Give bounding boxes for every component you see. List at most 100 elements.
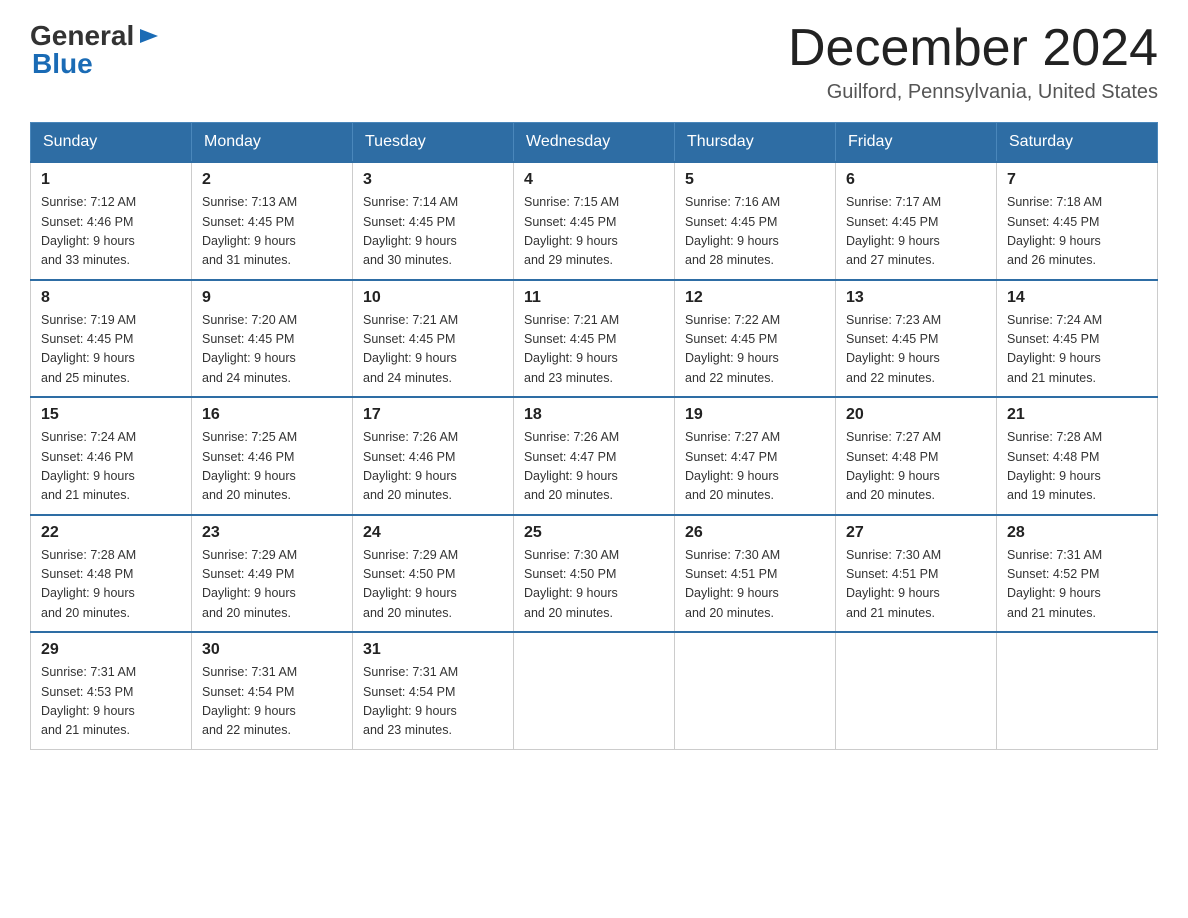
calendar-cell: 24 Sunrise: 7:29 AMSunset: 4:50 PMDaylig…	[353, 515, 514, 633]
weekday-header-sunday: Sunday	[31, 123, 192, 163]
calendar-cell: 8 Sunrise: 7:19 AMSunset: 4:45 PMDayligh…	[31, 280, 192, 398]
day-number: 31	[363, 641, 503, 659]
weekday-header-saturday: Saturday	[997, 123, 1158, 163]
calendar-cell: 10 Sunrise: 7:21 AMSunset: 4:45 PMDaylig…	[353, 280, 514, 398]
day-info: Sunrise: 7:27 AMSunset: 4:47 PMDaylight:…	[685, 430, 780, 502]
day-number: 20	[846, 406, 986, 424]
calendar-cell: 1 Sunrise: 7:12 AMSunset: 4:46 PMDayligh…	[31, 162, 192, 280]
calendar-cell: 5 Sunrise: 7:16 AMSunset: 4:45 PMDayligh…	[675, 162, 836, 280]
calendar-cell: 26 Sunrise: 7:30 AMSunset: 4:51 PMDaylig…	[675, 515, 836, 633]
day-number: 24	[363, 524, 503, 542]
month-title: December 2024	[788, 20, 1158, 77]
calendar-cell: 31 Sunrise: 7:31 AMSunset: 4:54 PMDaylig…	[353, 632, 514, 749]
calendar-cell: 9 Sunrise: 7:20 AMSunset: 4:45 PMDayligh…	[192, 280, 353, 398]
day-info: Sunrise: 7:21 AMSunset: 4:45 PMDaylight:…	[524, 313, 619, 385]
calendar-cell: 14 Sunrise: 7:24 AMSunset: 4:45 PMDaylig…	[997, 280, 1158, 398]
calendar-cell: 6 Sunrise: 7:17 AMSunset: 4:45 PMDayligh…	[836, 162, 997, 280]
day-info: Sunrise: 7:26 AMSunset: 4:46 PMDaylight:…	[363, 430, 458, 502]
day-info: Sunrise: 7:29 AMSunset: 4:49 PMDaylight:…	[202, 548, 297, 620]
day-number: 16	[202, 406, 342, 424]
day-info: Sunrise: 7:26 AMSunset: 4:47 PMDaylight:…	[524, 430, 619, 502]
calendar-cell: 3 Sunrise: 7:14 AMSunset: 4:45 PMDayligh…	[353, 162, 514, 280]
day-info: Sunrise: 7:15 AMSunset: 4:45 PMDaylight:…	[524, 195, 619, 267]
day-info: Sunrise: 7:29 AMSunset: 4:50 PMDaylight:…	[363, 548, 458, 620]
page-header: General Blue December 2024 Guilford, Pen…	[30, 20, 1158, 104]
day-number: 13	[846, 289, 986, 307]
location-text: Guilford, Pennsylvania, United States	[788, 81, 1158, 104]
day-info: Sunrise: 7:13 AMSunset: 4:45 PMDaylight:…	[202, 195, 297, 267]
day-info: Sunrise: 7:18 AMSunset: 4:45 PMDaylight:…	[1007, 195, 1102, 267]
day-number: 22	[41, 524, 181, 542]
weekday-header-row: SundayMondayTuesdayWednesdayThursdayFrid…	[31, 123, 1158, 163]
calendar-cell	[514, 632, 675, 749]
calendar-cell	[997, 632, 1158, 749]
weekday-header-monday: Monday	[192, 123, 353, 163]
week-row-1: 1 Sunrise: 7:12 AMSunset: 4:46 PMDayligh…	[31, 162, 1158, 280]
calendar-cell: 22 Sunrise: 7:28 AMSunset: 4:48 PMDaylig…	[31, 515, 192, 633]
calendar-cell: 17 Sunrise: 7:26 AMSunset: 4:46 PMDaylig…	[353, 397, 514, 515]
day-number: 8	[41, 289, 181, 307]
day-number: 14	[1007, 289, 1147, 307]
calendar-cell: 20 Sunrise: 7:27 AMSunset: 4:48 PMDaylig…	[836, 397, 997, 515]
calendar-cell: 27 Sunrise: 7:30 AMSunset: 4:51 PMDaylig…	[836, 515, 997, 633]
day-number: 30	[202, 641, 342, 659]
day-info: Sunrise: 7:31 AMSunset: 4:54 PMDaylight:…	[363, 665, 458, 737]
calendar-cell: 11 Sunrise: 7:21 AMSunset: 4:45 PMDaylig…	[514, 280, 675, 398]
week-row-2: 8 Sunrise: 7:19 AMSunset: 4:45 PMDayligh…	[31, 280, 1158, 398]
day-number: 17	[363, 406, 503, 424]
day-number: 15	[41, 406, 181, 424]
day-info: Sunrise: 7:31 AMSunset: 4:54 PMDaylight:…	[202, 665, 297, 737]
weekday-header-thursday: Thursday	[675, 123, 836, 163]
calendar-cell: 25 Sunrise: 7:30 AMSunset: 4:50 PMDaylig…	[514, 515, 675, 633]
calendar-cell: 16 Sunrise: 7:25 AMSunset: 4:46 PMDaylig…	[192, 397, 353, 515]
calendar-cell: 30 Sunrise: 7:31 AMSunset: 4:54 PMDaylig…	[192, 632, 353, 749]
day-number: 2	[202, 171, 342, 189]
weekday-header-wednesday: Wednesday	[514, 123, 675, 163]
day-number: 6	[846, 171, 986, 189]
calendar-cell: 29 Sunrise: 7:31 AMSunset: 4:53 PMDaylig…	[31, 632, 192, 749]
day-info: Sunrise: 7:20 AMSunset: 4:45 PMDaylight:…	[202, 313, 297, 385]
day-number: 9	[202, 289, 342, 307]
calendar-cell: 2 Sunrise: 7:13 AMSunset: 4:45 PMDayligh…	[192, 162, 353, 280]
calendar-cell: 12 Sunrise: 7:22 AMSunset: 4:45 PMDaylig…	[675, 280, 836, 398]
calendar-cell: 15 Sunrise: 7:24 AMSunset: 4:46 PMDaylig…	[31, 397, 192, 515]
calendar-cell: 18 Sunrise: 7:26 AMSunset: 4:47 PMDaylig…	[514, 397, 675, 515]
day-info: Sunrise: 7:16 AMSunset: 4:45 PMDaylight:…	[685, 195, 780, 267]
calendar-cell	[836, 632, 997, 749]
day-number: 5	[685, 171, 825, 189]
day-number: 26	[685, 524, 825, 542]
day-info: Sunrise: 7:17 AMSunset: 4:45 PMDaylight:…	[846, 195, 941, 267]
day-info: Sunrise: 7:31 AMSunset: 4:53 PMDaylight:…	[41, 665, 136, 737]
day-info: Sunrise: 7:22 AMSunset: 4:45 PMDaylight:…	[685, 313, 780, 385]
logo-arrow-icon	[138, 25, 160, 47]
calendar-table: SundayMondayTuesdayWednesdayThursdayFrid…	[30, 122, 1158, 750]
day-info: Sunrise: 7:14 AMSunset: 4:45 PMDaylight:…	[363, 195, 458, 267]
logo: General Blue	[30, 20, 160, 80]
calendar-cell: 21 Sunrise: 7:28 AMSunset: 4:48 PMDaylig…	[997, 397, 1158, 515]
calendar-cell: 28 Sunrise: 7:31 AMSunset: 4:52 PMDaylig…	[997, 515, 1158, 633]
day-number: 1	[41, 171, 181, 189]
day-number: 18	[524, 406, 664, 424]
day-number: 25	[524, 524, 664, 542]
day-number: 11	[524, 289, 664, 307]
day-info: Sunrise: 7:12 AMSunset: 4:46 PMDaylight:…	[41, 195, 136, 267]
day-number: 27	[846, 524, 986, 542]
week-row-5: 29 Sunrise: 7:31 AMSunset: 4:53 PMDaylig…	[31, 632, 1158, 749]
day-info: Sunrise: 7:25 AMSunset: 4:46 PMDaylight:…	[202, 430, 297, 502]
day-info: Sunrise: 7:23 AMSunset: 4:45 PMDaylight:…	[846, 313, 941, 385]
day-info: Sunrise: 7:31 AMSunset: 4:52 PMDaylight:…	[1007, 548, 1102, 620]
day-info: Sunrise: 7:28 AMSunset: 4:48 PMDaylight:…	[41, 548, 136, 620]
week-row-3: 15 Sunrise: 7:24 AMSunset: 4:46 PMDaylig…	[31, 397, 1158, 515]
day-info: Sunrise: 7:30 AMSunset: 4:50 PMDaylight:…	[524, 548, 619, 620]
calendar-cell: 4 Sunrise: 7:15 AMSunset: 4:45 PMDayligh…	[514, 162, 675, 280]
calendar-cell	[675, 632, 836, 749]
day-number: 4	[524, 171, 664, 189]
day-number: 12	[685, 289, 825, 307]
logo-blue-text: Blue	[32, 48, 93, 80]
title-section: December 2024 Guilford, Pennsylvania, Un…	[788, 20, 1158, 104]
day-info: Sunrise: 7:28 AMSunset: 4:48 PMDaylight:…	[1007, 430, 1102, 502]
day-number: 29	[41, 641, 181, 659]
day-number: 23	[202, 524, 342, 542]
day-number: 3	[363, 171, 503, 189]
weekday-header-tuesday: Tuesday	[353, 123, 514, 163]
